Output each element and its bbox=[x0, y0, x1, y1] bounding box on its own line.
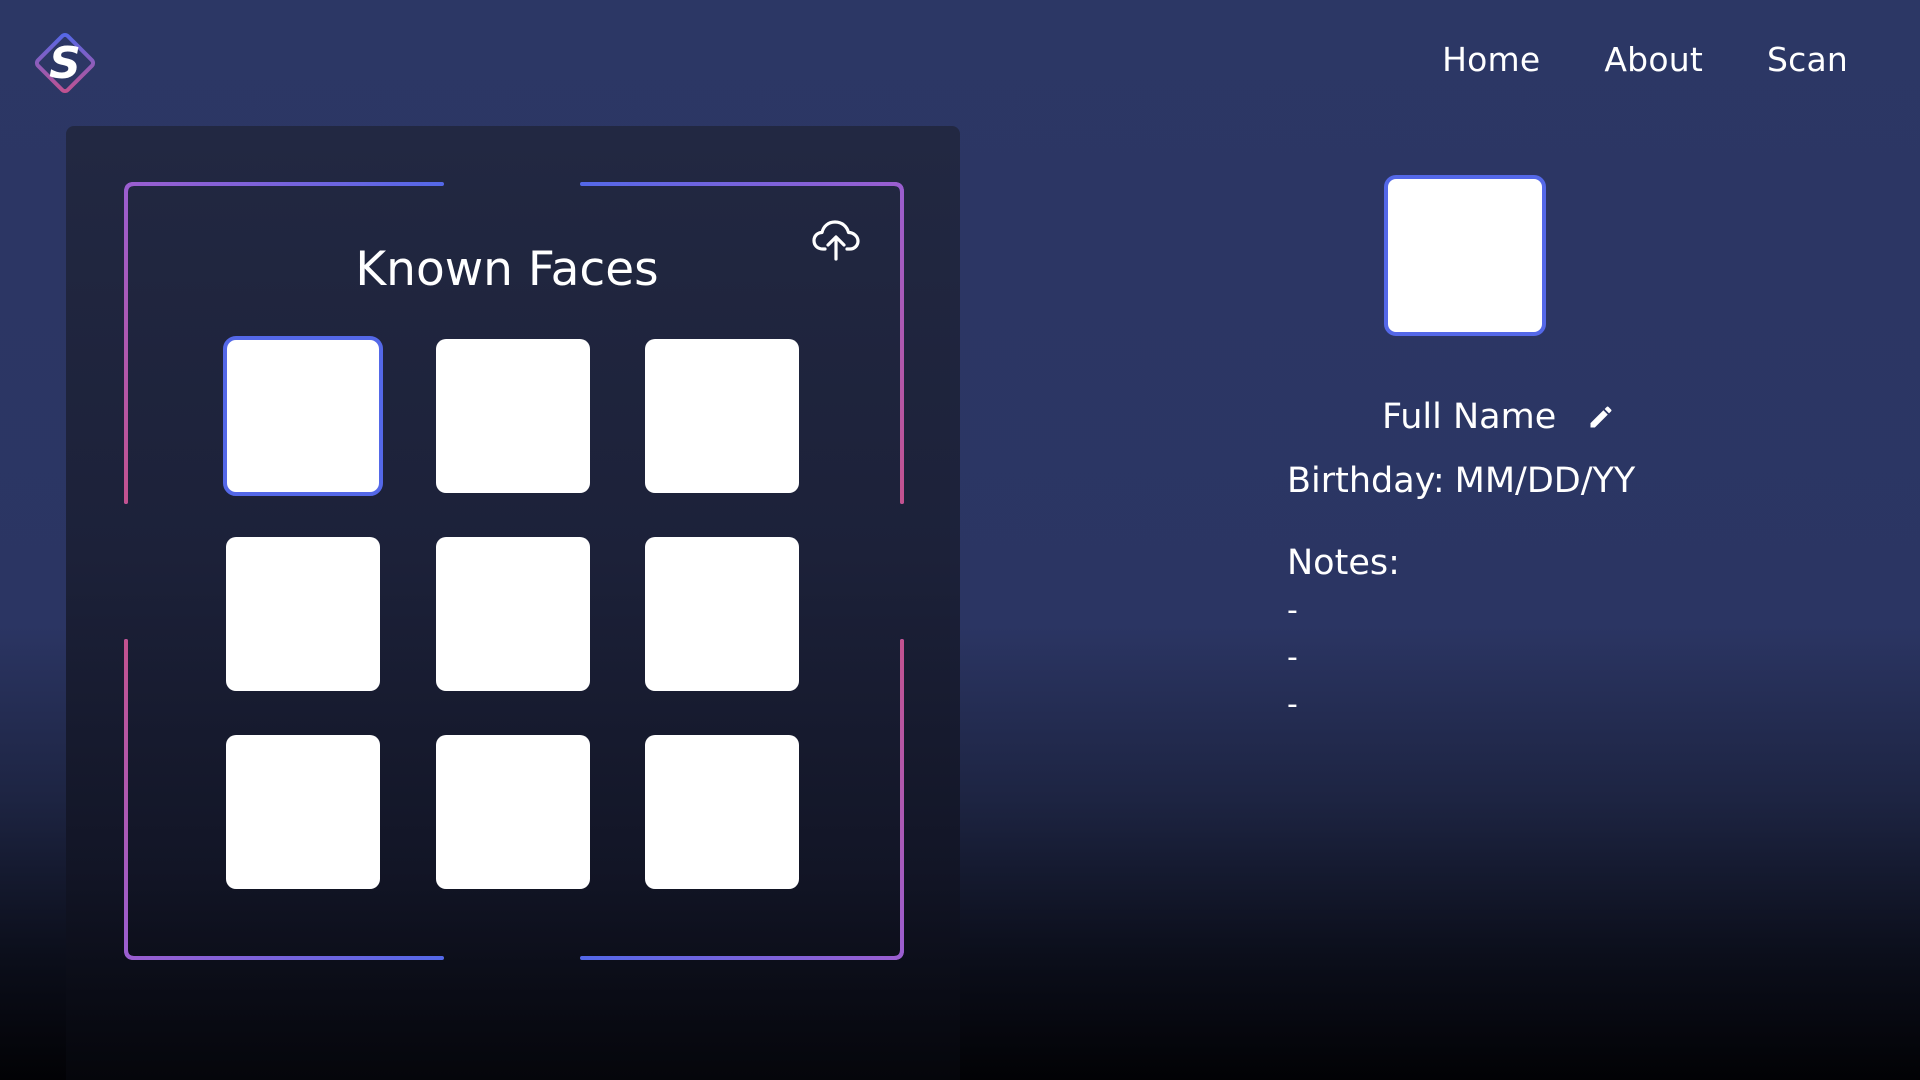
face-thumbnail-4[interactable] bbox=[226, 537, 380, 691]
known-faces-panel: Known Faces bbox=[66, 126, 960, 1080]
face-thumbnail-3[interactable] bbox=[645, 339, 799, 493]
name-row: Full Name bbox=[1382, 394, 1616, 440]
full-name: Full Name bbox=[1382, 397, 1557, 437]
birthday-value: MM/DD/YY bbox=[1454, 461, 1636, 501]
face-thumbnail-5[interactable] bbox=[436, 537, 590, 691]
notes-list: - - - bbox=[1287, 587, 1298, 728]
app-logo[interactable]: S bbox=[30, 28, 100, 98]
face-thumbnail-7[interactable] bbox=[226, 735, 380, 889]
note-item: - bbox=[1287, 640, 1298, 675]
face-thumbnail-6[interactable] bbox=[645, 537, 799, 691]
edit-name-button[interactable] bbox=[1586, 402, 1616, 432]
note-item: - bbox=[1287, 687, 1298, 722]
pencil-icon bbox=[1590, 406, 1612, 428]
logo-letter: S bbox=[49, 38, 81, 89]
birthday-row: Birthday: MM/DD/YY bbox=[1287, 458, 1635, 504]
face-thumbnail-2[interactable] bbox=[436, 339, 590, 493]
main-nav: Home About Scan bbox=[1442, 38, 1848, 82]
known-faces-title: Known Faces bbox=[355, 242, 659, 297]
notes-label: Notes: bbox=[1287, 543, 1400, 583]
face-thumbnail-1[interactable] bbox=[223, 336, 383, 496]
nav-about-link[interactable]: About bbox=[1604, 38, 1703, 82]
note-item: - bbox=[1287, 593, 1298, 628]
face-thumbnail-9[interactable] bbox=[645, 735, 799, 889]
profile-photo bbox=[1384, 175, 1546, 336]
nav-home-link[interactable]: Home bbox=[1442, 38, 1540, 82]
s-diamond-logo-icon: S bbox=[34, 32, 96, 94]
face-thumbnail-8[interactable] bbox=[436, 735, 590, 889]
birthday-label: Birthday: bbox=[1287, 461, 1445, 501]
nav-scan-link[interactable]: Scan bbox=[1767, 38, 1848, 82]
